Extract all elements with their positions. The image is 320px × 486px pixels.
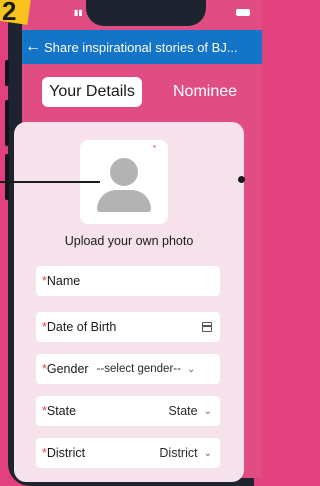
phone-side-button bbox=[5, 60, 9, 86]
date-of-birth-field[interactable]: * Date of Birth bbox=[36, 312, 220, 342]
required-mark: * bbox=[152, 144, 156, 153]
calendar-icon[interactable] bbox=[202, 322, 212, 332]
state-label: State bbox=[46, 404, 77, 418]
district-select[interactable]: * District District ⌄ bbox=[36, 438, 220, 468]
battery-icon bbox=[236, 9, 250, 16]
chevron-down-icon: ⌄ bbox=[186, 363, 196, 375]
district-label: District bbox=[46, 446, 86, 460]
tab-nominee[interactable]: Nominee bbox=[160, 77, 250, 107]
chevron-down-icon: ⌄ bbox=[203, 405, 212, 417]
state-value: State bbox=[168, 404, 198, 418]
callout-dot bbox=[238, 176, 245, 183]
signal-icon: ▮▮ bbox=[74, 8, 83, 17]
app-bar-title: Share inspirational stories of BJ... bbox=[44, 39, 238, 55]
phone-side-button bbox=[5, 154, 9, 200]
status-bar: ▮▮ bbox=[22, 0, 262, 30]
tab-bar: Your Details Nominee bbox=[22, 64, 262, 120]
district-value: District bbox=[159, 446, 198, 460]
step-number: 2 bbox=[2, 0, 17, 26]
callout-line bbox=[0, 181, 100, 183]
gender-value: --select gender-- bbox=[96, 363, 181, 375]
state-select[interactable]: * State State ⌄ bbox=[36, 396, 220, 426]
back-arrow-icon[interactable]: ← bbox=[22, 38, 44, 56]
tab-your-details[interactable]: Your Details bbox=[42, 77, 142, 107]
name-field[interactable]: * Name bbox=[36, 266, 220, 296]
upload-photo-label: Upload your own photo bbox=[64, 234, 194, 248]
gender-label: Gender bbox=[46, 362, 89, 376]
notch bbox=[86, 0, 206, 26]
chevron-down-icon: ⌄ bbox=[203, 447, 212, 459]
date-of-birth-label: Date of Birth bbox=[46, 320, 117, 334]
gender-select[interactable]: * Gender --select gender-- ⌄ bbox=[36, 354, 220, 384]
app-bar: ← Share inspirational stories of BJ... bbox=[22, 30, 262, 64]
phone-side-button bbox=[5, 100, 9, 146]
details-form-card: * Upload your own photo * Name * Date of… bbox=[14, 122, 244, 482]
name-label: Name bbox=[46, 274, 81, 288]
